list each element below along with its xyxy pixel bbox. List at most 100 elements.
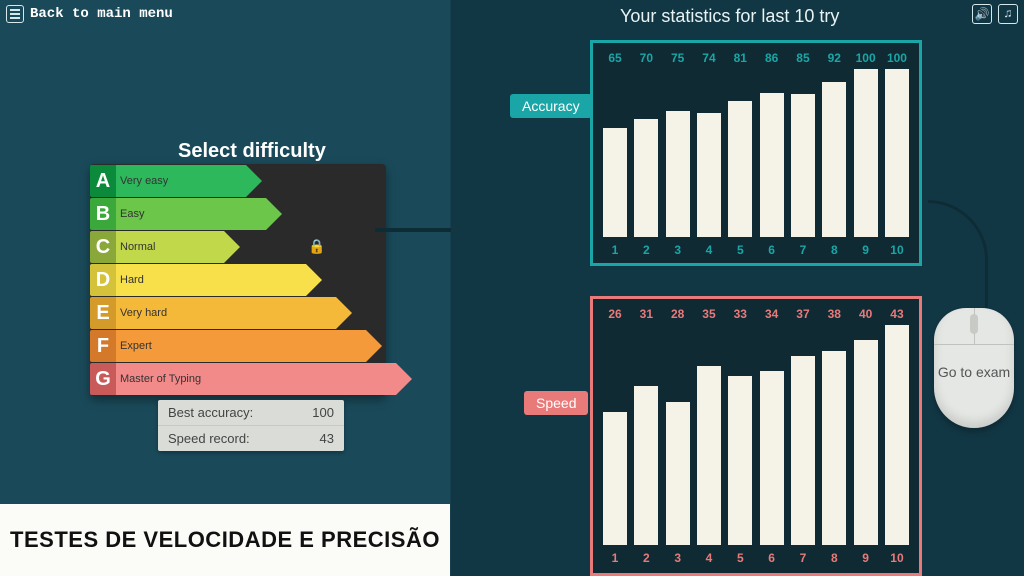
lock-icon: 🔒	[308, 238, 325, 255]
records-card: Best accuracy: 100 Speed record: 43	[158, 400, 344, 451]
chart-bar	[728, 101, 752, 237]
difficulty-label: Expert	[116, 330, 366, 362]
chart-bar	[634, 386, 658, 545]
difficulty-label: Normal	[116, 231, 224, 263]
chart-bar	[822, 82, 846, 237]
difficulty-letter: D	[90, 264, 116, 296]
difficulty-letter: F	[90, 330, 116, 362]
chart-bar	[760, 371, 784, 545]
difficulty-row-hard[interactable]: D Hard	[90, 264, 396, 296]
difficulty-label: Easy	[116, 198, 266, 230]
chart-tick: 9	[854, 551, 878, 565]
sound-icon: 🔊	[975, 7, 990, 22]
back-label: Back to main menu	[30, 6, 173, 22]
difficulty-label: Hard	[116, 264, 306, 296]
chart-bar	[791, 356, 815, 545]
menu-icon	[6, 5, 24, 23]
chart-value: 92	[822, 51, 846, 65]
chart-value: 34	[760, 307, 784, 321]
mouse-divider	[934, 344, 1014, 345]
speed-xaxis: 12345678910	[603, 551, 909, 565]
chart-value: 37	[791, 307, 815, 321]
difficulty-label: Very easy	[116, 165, 246, 197]
difficulty-row-expert[interactable]: F Expert	[90, 330, 396, 362]
chart-value: 35	[697, 307, 721, 321]
chart-tick: 7	[791, 243, 815, 257]
back-to-menu-button[interactable]: Back to main menu	[6, 5, 173, 23]
difficulty-letter: A	[90, 165, 116, 197]
chart-tick: 10	[885, 243, 909, 257]
difficulty-row-very-easy[interactable]: A Very easy	[90, 165, 396, 197]
chart-tick: 10	[885, 551, 909, 565]
chart-value: 100	[854, 51, 878, 65]
accuracy-values-row: 65 70 75 74 81 86 85 92 100 100	[603, 51, 909, 65]
speed-record-label: Speed record:	[168, 431, 250, 446]
chart-tick: 5	[728, 243, 752, 257]
chart-bar	[822, 351, 846, 545]
chart-tick: 8	[822, 243, 846, 257]
chart-tick: 4	[697, 243, 721, 257]
chart-value: 43	[885, 307, 909, 321]
music-toggle-button[interactable]: ♫	[998, 4, 1018, 24]
chart-bar	[666, 111, 690, 237]
chart-tick: 2	[634, 551, 658, 565]
chart-value: 85	[791, 51, 815, 65]
difficulty-label: Master of Typing	[116, 363, 396, 395]
chart-tick: 5	[728, 551, 752, 565]
difficulty-title: Select difficulty	[178, 140, 326, 163]
chart-value: 70	[634, 51, 658, 65]
accuracy-label: Accuracy	[510, 94, 592, 118]
chart-bar	[603, 128, 627, 237]
chart-bar	[666, 402, 690, 545]
stats-title: Your statistics for last 10 try	[620, 6, 839, 27]
difficulty-letter: G	[90, 363, 116, 395]
chart-tick: 4	[697, 551, 721, 565]
best-accuracy-label: Best accuracy:	[168, 405, 253, 420]
chart-tick: 1	[603, 551, 627, 565]
chart-value: 81	[728, 51, 752, 65]
difficulty-letter: E	[90, 297, 116, 329]
chart-tick: 6	[760, 551, 784, 565]
best-accuracy-value: 100	[312, 405, 334, 420]
chart-tick: 8	[822, 551, 846, 565]
chart-tick: 9	[854, 243, 878, 257]
difficulty-row-very-hard[interactable]: E Very hard	[90, 297, 396, 329]
chart-bar	[634, 119, 658, 237]
chart-bar	[854, 340, 878, 545]
chart-tick: 3	[666, 243, 690, 257]
exam-button-label: Go to exam	[934, 364, 1014, 381]
mouse-wheel-icon	[970, 314, 978, 334]
chart-value: 65	[603, 51, 627, 65]
accuracy-bars	[603, 69, 909, 237]
chart-value: 75	[666, 51, 690, 65]
chart-bar	[791, 94, 815, 237]
go-to-exam-button[interactable]: Go to exam	[934, 308, 1014, 428]
chart-value: 33	[728, 307, 752, 321]
chart-value: 40	[854, 307, 878, 321]
chart-value: 100	[885, 51, 909, 65]
chart-bar	[760, 93, 784, 237]
accuracy-xaxis: 12345678910	[603, 243, 909, 257]
chart-value: 86	[760, 51, 784, 65]
accuracy-chart: 6570757481868592100100 12345678910	[590, 40, 922, 266]
music-icon: ♫	[1004, 7, 1011, 21]
speed-record-value: 43	[320, 431, 334, 446]
chart-value: 74	[697, 51, 721, 65]
difficulty-list: A Very easy B Easy C Normal D Hard E Ver…	[90, 164, 396, 395]
difficulty-letter: B	[90, 198, 116, 230]
speed-label: Speed	[524, 391, 588, 415]
difficulty-row-master[interactable]: G Master of Typing	[90, 363, 396, 395]
chart-bar	[885, 325, 909, 545]
speed-values-row: 26312835333437384043	[603, 307, 909, 321]
chart-bar	[885, 69, 909, 237]
chart-bar	[697, 366, 721, 545]
difficulty-label: Very hard	[116, 297, 336, 329]
speed-chart: 26312835333437384043 12345678910	[590, 296, 922, 576]
chart-value: 31	[634, 307, 658, 321]
chart-tick: 6	[760, 243, 784, 257]
sound-toggle-button[interactable]: 🔊	[972, 4, 992, 24]
chart-bar	[854, 69, 878, 237]
mouse-cord	[928, 200, 988, 310]
difficulty-row-easy[interactable]: B Easy	[90, 198, 396, 230]
difficulty-row-normal[interactable]: C Normal	[90, 231, 396, 263]
